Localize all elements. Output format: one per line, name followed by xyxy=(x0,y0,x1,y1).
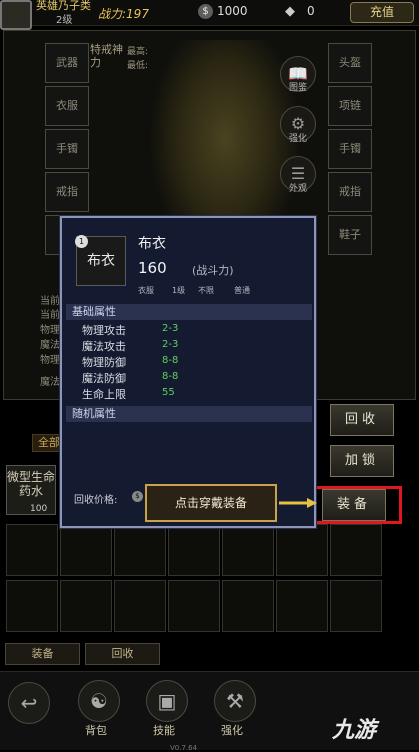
stat-label: 物理 xyxy=(40,325,60,336)
slot-clothes[interactable]: 衣服 xyxy=(45,86,89,126)
slot-necklace[interactable]: 项链 xyxy=(328,86,372,126)
gem-amount: 0 xyxy=(307,4,315,18)
special-min-label: 最低: xyxy=(127,61,149,71)
item-tag-slot: 衣服 xyxy=(138,286,154,295)
recycle-price-label: 回收价格: xyxy=(74,495,118,506)
slot-shoes[interactable]: 鞋子 xyxy=(328,215,372,255)
attr-name: 生命上限 xyxy=(82,388,126,401)
random-attributes-header: 随机属性 xyxy=(66,406,312,422)
nav-bag-label: 背包 xyxy=(85,724,107,737)
appearance-label: 外观 xyxy=(289,184,308,194)
quality-badge: 1 xyxy=(75,235,88,248)
stat-label: 物理 xyxy=(40,355,60,366)
lock-button[interactable]: 加锁 xyxy=(330,445,394,477)
back-arrow-icon[interactable]: ↩ xyxy=(8,682,50,724)
attr-name: 魔法防御 xyxy=(82,372,126,385)
gem-icon: ◆ xyxy=(285,4,295,19)
coin-icon: $ xyxy=(198,4,213,19)
stat-label: 魔法 xyxy=(40,377,60,388)
inventory-slot[interactable] xyxy=(222,524,274,576)
slot-helmet[interactable]: 头盔 xyxy=(328,43,372,83)
anvil-icon[interactable]: ⚒ xyxy=(214,680,256,722)
attr-value: 8-8 xyxy=(162,355,179,366)
attr-name: 物理防御 xyxy=(82,356,126,369)
enhance-label: 强化 xyxy=(289,134,308,144)
player-avatar[interactable] xyxy=(0,0,32,30)
item-power-label: (战斗力) xyxy=(192,264,234,277)
slot-bracelet-left[interactable]: 手镯 xyxy=(45,129,89,169)
inventory-slot[interactable] xyxy=(276,580,328,632)
instruction-tooltip: 点击穿戴装备 xyxy=(145,484,277,522)
inventory-slot[interactable] xyxy=(276,524,328,576)
inventory-slot[interactable] xyxy=(168,524,220,576)
special-ring-label: 特戒神力 xyxy=(90,43,123,69)
recharge-button[interactable]: 充值 xyxy=(350,2,414,23)
inventory-slot[interactable] xyxy=(114,580,166,632)
tab-equipment[interactable]: 装备 xyxy=(5,643,80,665)
tab-recycle[interactable]: 回收 xyxy=(85,643,160,665)
attr-value: 55 xyxy=(162,387,175,398)
attr-name: 魔法攻击 xyxy=(82,340,126,353)
inventory-slot[interactable] xyxy=(330,580,382,632)
inventory-slot[interactable] xyxy=(222,580,274,632)
stat-label: 当前 xyxy=(40,310,60,321)
combat-power: 战力:197 xyxy=(98,7,149,21)
equip-button-highlight xyxy=(312,486,402,524)
slot-weapon[interactable]: 武器 xyxy=(45,43,89,83)
item-detail-popup: 布衣 1 布衣 160 (战斗力) 衣服 1级 不限 普通 基础属性 物理攻击 … xyxy=(60,216,316,528)
skill-book-icon[interactable]: ▣ xyxy=(146,680,188,722)
item-power-value: 160 xyxy=(138,259,167,277)
attr-value: 8-8 xyxy=(162,371,179,382)
inventory-slot[interactable] xyxy=(60,524,112,576)
coin-amount: 1000 xyxy=(217,4,248,18)
inventory-slot[interactable] xyxy=(6,524,58,576)
slot-ring-right[interactable]: 戒指 xyxy=(328,172,372,212)
attr-value: 2-3 xyxy=(162,323,179,334)
bag-icon[interactable]: ☯ xyxy=(78,680,120,722)
special-max-label: 最高: xyxy=(127,47,149,57)
stat-label: 魔法 xyxy=(40,340,60,351)
attr-name: 物理攻击 xyxy=(82,324,126,337)
nav-enhance-label: 强化 xyxy=(221,724,243,737)
item-name: 布衣 xyxy=(138,236,166,252)
nav-skill-label: 技能 xyxy=(153,724,175,737)
item-tag-level: 1级 xyxy=(172,286,186,295)
codex-label: 图鉴 xyxy=(289,83,308,93)
attr-value: 2-3 xyxy=(162,339,179,350)
slot-ring-left[interactable]: 戒指 xyxy=(45,172,89,212)
character-level: 2级 xyxy=(56,15,73,26)
coin-icon: $ xyxy=(132,491,143,502)
potion-count: 100 xyxy=(30,504,48,514)
item-tag-quality: 普通 xyxy=(234,286,250,295)
slot-bracelet-right[interactable]: 手镯 xyxy=(328,129,372,169)
inventory-slot[interactable] xyxy=(6,580,58,632)
inventory-slot[interactable] xyxy=(114,524,166,576)
inventory-slot[interactable] xyxy=(330,524,382,576)
version-text: V0.7.64 xyxy=(170,744,198,752)
basic-attributes-header: 基础属性 xyxy=(66,304,312,320)
item-tag-class: 不限 xyxy=(198,286,214,295)
watermark-logo: 九游 xyxy=(332,718,377,743)
stat-label: 当前 xyxy=(40,296,60,307)
inventory-slot[interactable] xyxy=(60,580,112,632)
inventory-slot[interactable] xyxy=(168,580,220,632)
recycle-button[interactable]: 回收 xyxy=(330,404,394,436)
arrow-right-icon xyxy=(279,498,317,508)
